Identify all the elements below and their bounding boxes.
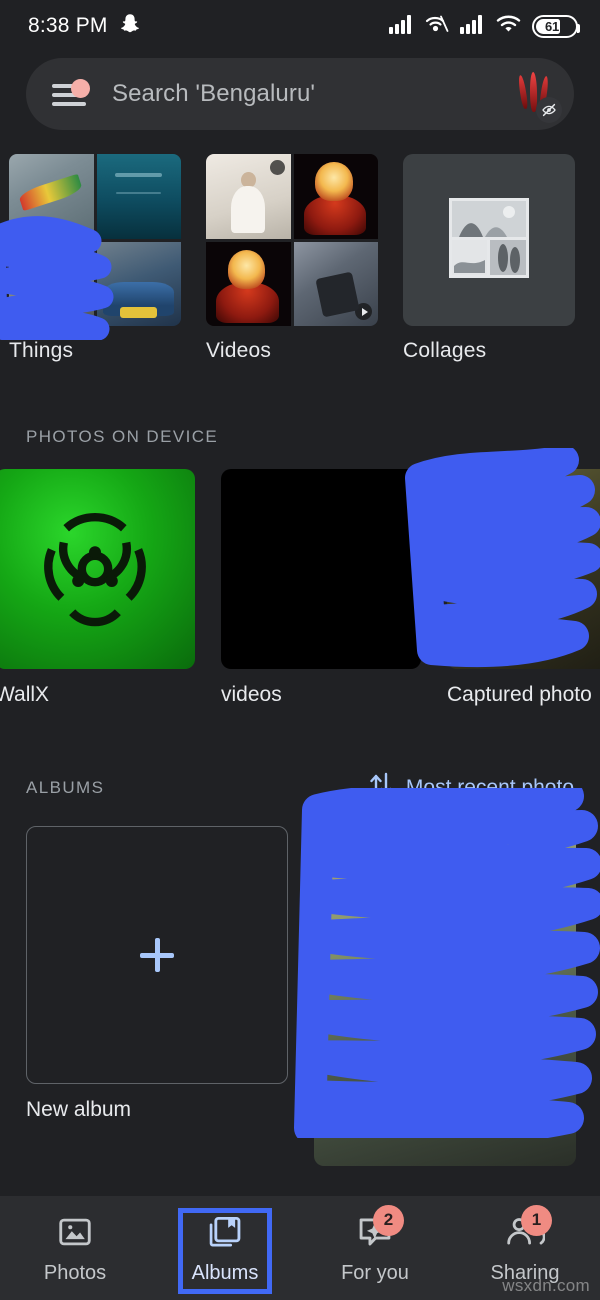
photos-image-icon xyxy=(52,1212,98,1252)
album-thumbnail-placeholder xyxy=(403,154,575,326)
plus-icon xyxy=(140,938,174,972)
device-album-thumbnail xyxy=(0,469,195,669)
thumbnail-cell xyxy=(96,241,181,326)
album-label: Videos xyxy=(206,339,272,362)
thumbnail-cell xyxy=(206,154,291,239)
menu-notification-dot xyxy=(71,79,90,98)
album-label: Things xyxy=(9,339,74,362)
snapchat-icon xyxy=(120,13,140,40)
album-thumbnail-grid xyxy=(206,154,378,326)
sort-button[interactable]: Most recent photo xyxy=(368,771,574,804)
sort-arrows-icon xyxy=(368,771,394,804)
device-album-label: Captured photo xyxy=(447,683,592,706)
collage-placeholder-icon xyxy=(449,197,529,283)
album-thumbnail-grid xyxy=(9,154,181,326)
device-album-wallx[interactable]: WallX xyxy=(0,469,195,707)
nav-label: Albums xyxy=(191,1261,259,1284)
top-albums-row: Things Videos Collages xyxy=(0,154,600,363)
nav-label: Photos xyxy=(43,1261,107,1284)
status-bar: 8:38 PM 61 xyxy=(0,0,600,52)
status-bar-left: 8:38 PM xyxy=(28,13,140,40)
status-bar-right: 61 xyxy=(389,14,580,39)
thumbnail-cell xyxy=(206,241,291,326)
biohazard-icon xyxy=(35,505,155,633)
battery-indicator: 61 xyxy=(532,14,580,38)
album-card-collages[interactable]: Collages xyxy=(403,154,575,363)
albums-section-header: ALBUMS Most recent photo xyxy=(0,771,600,804)
section-title: ALBUMS xyxy=(26,777,105,797)
for-you-spark-icon: 2 xyxy=(352,1204,404,1252)
search-bar[interactable]: Search 'Bengaluru' xyxy=(26,58,574,130)
bottom-navigation-bar: Photos Albums 2 For you 1 Sharing wsxdn.… xyxy=(0,1196,600,1300)
thumbnail-cell xyxy=(293,241,378,326)
signal-bars-icon xyxy=(389,14,414,39)
search-input[interactable]: Search 'Bengaluru' xyxy=(86,80,506,108)
signal-bars-icon xyxy=(460,14,485,39)
nav-item-photos[interactable]: Photos xyxy=(0,1196,150,1300)
account-avatar-button[interactable] xyxy=(506,67,562,123)
sharing-people-icon: 1 xyxy=(502,1204,552,1252)
nav-label: Sharing xyxy=(490,1261,560,1284)
nav-label: For you xyxy=(341,1261,409,1284)
backup-paused-eye-off-icon xyxy=(536,97,562,123)
thumbnail-cell xyxy=(9,154,94,239)
album-label: Collages xyxy=(403,339,487,362)
device-albums-row: WallX videos Captured photo xyxy=(0,469,600,707)
nav-item-albums[interactable]: Albums xyxy=(150,1196,300,1300)
album-thumbnail xyxy=(314,826,576,1166)
badge-sharing: 1 xyxy=(521,1204,552,1236)
new-album-label: New album xyxy=(26,1098,132,1121)
hamburger-menu-icon[interactable] xyxy=(52,79,90,107)
album-card-things[interactable]: Things xyxy=(9,154,181,363)
device-section-header: PHOTOS ON DEVICE xyxy=(0,427,600,447)
album-card-redacted[interactable] xyxy=(314,826,576,1180)
albums-book-icon xyxy=(202,1212,248,1252)
new-album-card[interactable]: New album xyxy=(26,826,288,1180)
battery-percent-label: 61 xyxy=(544,18,560,34)
albums-grid: New album xyxy=(0,826,600,1180)
sort-label: Most recent photo xyxy=(405,775,574,799)
wifi-calling-icon xyxy=(425,14,449,39)
thumbnail-cell xyxy=(9,241,94,326)
overlay-badge-icon xyxy=(269,160,285,175)
new-album-tile[interactable] xyxy=(26,826,288,1084)
album-card-videos[interactable]: Videos xyxy=(206,154,378,363)
play-icon xyxy=(355,303,372,320)
device-album-label: WallX xyxy=(0,683,50,706)
nav-item-for-you[interactable]: 2 For you xyxy=(300,1196,450,1300)
device-album-videos[interactable]: videos xyxy=(221,469,421,707)
device-album-captured-photo[interactable]: Captured photo xyxy=(447,469,600,707)
section-title: PHOTOS ON DEVICE xyxy=(26,427,219,446)
badge-for-you: 2 xyxy=(373,1204,404,1236)
photos-app-screen: 8:38 PM 61 Search 'Bengaluru' Things Vid… xyxy=(0,0,600,1300)
thumbnail-cell xyxy=(96,154,181,239)
device-album-label: videos xyxy=(221,683,282,706)
status-bar-clock: 8:38 PM xyxy=(28,14,108,37)
device-album-thumbnail xyxy=(447,469,600,669)
wifi-icon xyxy=(496,14,521,39)
device-album-thumbnail xyxy=(221,469,421,669)
thumbnail-cell xyxy=(293,154,378,239)
